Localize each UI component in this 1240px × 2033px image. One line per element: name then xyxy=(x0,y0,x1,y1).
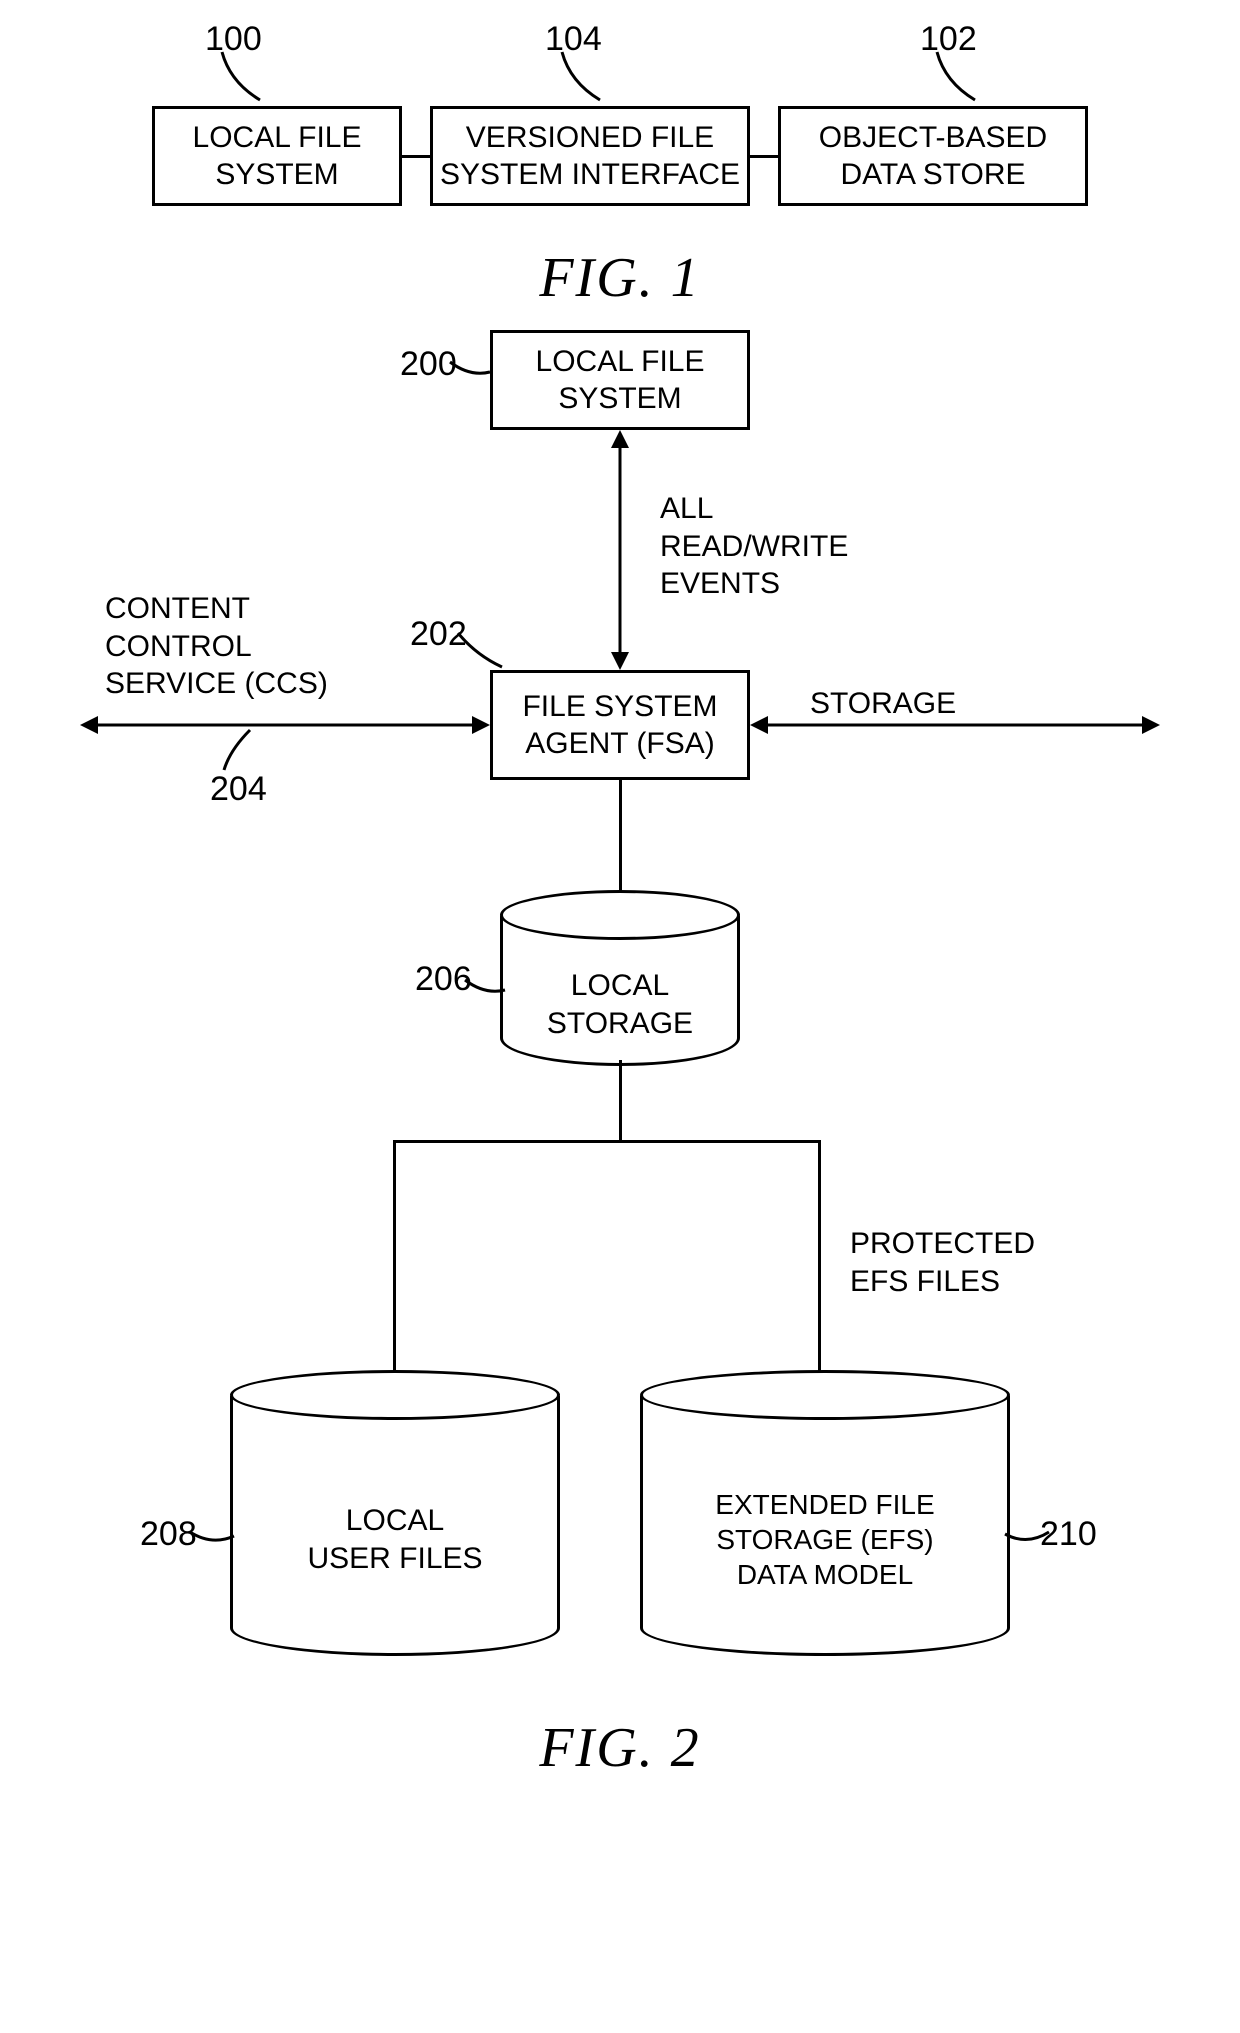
ref-104: 104 xyxy=(545,20,602,59)
ref-202: 202 xyxy=(410,615,467,654)
arrow-vertical-double xyxy=(611,430,629,675)
label-ccs: CONTENT CONTROL SERVICE (CCS) xyxy=(105,590,328,703)
figure-2: LOCAL FILE SYSTEM 200 ALL READ/WRITE EVE… xyxy=(20,290,1220,1890)
cyl-label: EXTENDED FILE STORAGE (EFS) DATA MODEL xyxy=(715,1487,934,1592)
figure-1: 100 104 102 LOCAL FILE SYSTEM VERSIONED … xyxy=(20,20,1220,280)
label-rw-events: ALL READ/WRITE EVENTS xyxy=(660,490,848,603)
leader-104 xyxy=(560,52,620,112)
arrow-left-double xyxy=(80,716,490,739)
box-label: LOCAL FILE SYSTEM xyxy=(536,343,705,418)
ref-206: 206 xyxy=(415,960,472,999)
ref-204: 204 xyxy=(210,770,267,809)
connector xyxy=(393,1140,821,1143)
box-label: OBJECT-BASED DATA STORE xyxy=(819,119,1047,194)
connector xyxy=(619,1060,622,1140)
box-label: LOCAL FILE SYSTEM xyxy=(193,119,362,194)
box-file-system-agent: FILE SYSTEM AGENT (FSA) xyxy=(490,670,750,780)
arrow-right-double xyxy=(750,716,1160,739)
ref-100: 100 xyxy=(205,20,262,59)
cyl-label: LOCAL USER FILES xyxy=(307,1502,482,1577)
label-protected-efs: PROTECTED EFS FILES xyxy=(850,1225,1035,1300)
ref-208: 208 xyxy=(140,1515,197,1554)
connector xyxy=(402,155,430,158)
cyl-label: LOCAL STORAGE xyxy=(547,967,693,1042)
connector xyxy=(818,1140,821,1380)
cyl-local-user-files: LOCAL USER FILES xyxy=(230,1370,560,1656)
ref-200: 200 xyxy=(400,345,457,384)
box-object-store: OBJECT-BASED DATA STORE xyxy=(778,106,1088,206)
box-label: FILE SYSTEM AGENT (FSA) xyxy=(522,688,717,763)
leader-100 xyxy=(220,52,280,112)
box-local-file-system: LOCAL FILE SYSTEM xyxy=(490,330,750,430)
box-label: VERSIONED FILE SYSTEM INTERFACE xyxy=(440,119,740,194)
ref-102: 102 xyxy=(920,20,977,59)
connector xyxy=(619,780,622,898)
connector xyxy=(393,1140,396,1380)
leader-102 xyxy=(935,52,995,112)
connector xyxy=(750,155,778,158)
cyl-efs: EXTENDED FILE STORAGE (EFS) DATA MODEL xyxy=(640,1370,1010,1656)
cyl-local-storage: LOCAL STORAGE xyxy=(500,890,740,1066)
box-local-file-system: LOCAL FILE SYSTEM xyxy=(152,106,402,206)
box-vfs-interface: VERSIONED FILE SYSTEM INTERFACE xyxy=(430,106,750,206)
ref-210: 210 xyxy=(1040,1515,1097,1554)
figure-caption: FIG. 2 xyxy=(20,1716,1220,1780)
